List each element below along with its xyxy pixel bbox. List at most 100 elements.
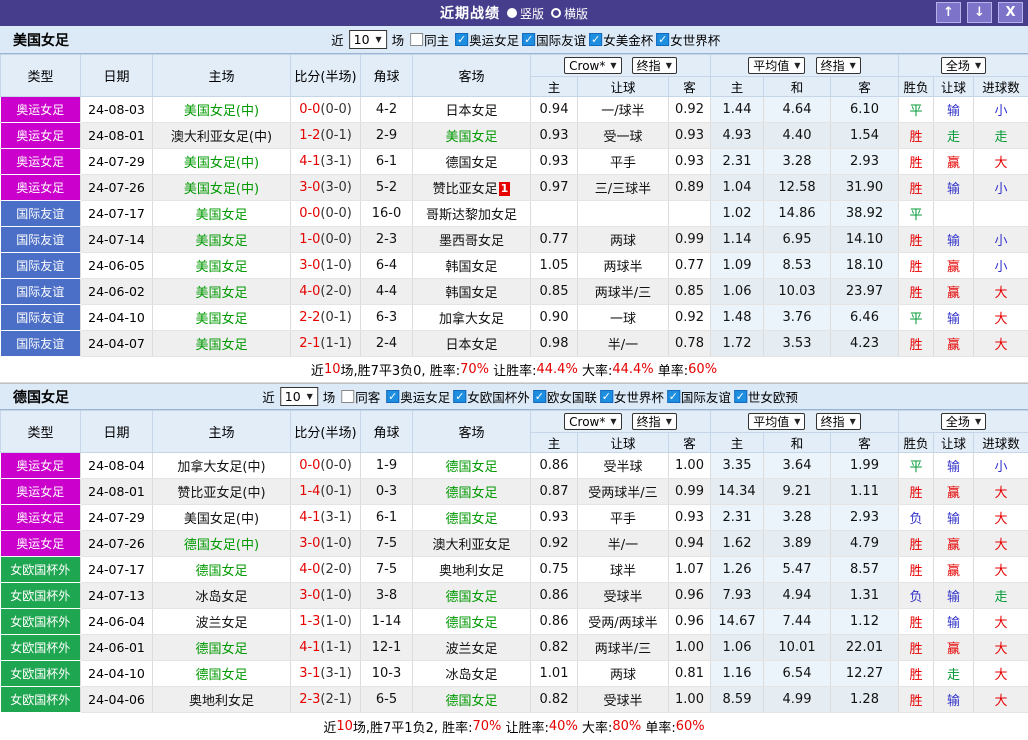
avg-draw-odds: 5.47	[764, 557, 831, 583]
result-handicap: 输	[934, 687, 974, 713]
checkbox-checked-icon[interactable]: ✓	[589, 33, 602, 46]
scope-select[interactable]: 全场▼	[941, 57, 986, 74]
asia-away-odds: 0.77	[669, 253, 711, 279]
euro-source-select[interactable]: 平均值▼	[748, 413, 805, 430]
col-score: 比分(半场)	[291, 411, 361, 453]
home-team: 德国女足	[153, 557, 291, 583]
checkbox-checked-icon[interactable]: ✓	[453, 390, 466, 403]
asia-period-select[interactable]: 终指▼	[632, 413, 677, 430]
checkbox-checked-icon[interactable]: ✓	[734, 390, 747, 403]
euro-period-select[interactable]: 终指▼	[816, 57, 861, 74]
layout-radio-vertical[interactable]: 竖版	[507, 5, 544, 22]
checkbox-checked-icon[interactable]: ✓	[522, 33, 535, 46]
summary-segment: 大率:	[578, 360, 613, 379]
avg-draw-odds: 3.89	[764, 531, 831, 557]
checkbox-checked-icon[interactable]: ✓	[533, 390, 546, 403]
league-filter-checkbox[interactable]: ✓奥运女足	[455, 30, 519, 49]
asia-handicap-line: 球半	[578, 557, 669, 583]
match-score: 2-1(1-1)	[291, 331, 361, 357]
radio-unselected-icon[interactable]	[551, 8, 561, 18]
match-count-select[interactable]: 10 ▼	[349, 30, 387, 49]
same-venue-checkbox[interactable]: 同客	[341, 387, 380, 406]
league-type-badge: 奥运女足	[1, 97, 81, 123]
avg-away-odds: 1.28	[831, 687, 899, 713]
home-team: 美国女足	[153, 279, 291, 305]
avg-home-odds: 14.34	[711, 479, 764, 505]
asia-handicap-line	[578, 201, 669, 227]
asia-company-select[interactable]: Crow*▼	[564, 57, 621, 74]
home-team: 冰岛女足	[153, 583, 291, 609]
avg-away-odds: 38.92	[831, 201, 899, 227]
league-type-badge: 国际友谊	[1, 201, 81, 227]
asia-company-select[interactable]: Crow*▼	[564, 413, 621, 430]
match-row: 奥运女足24-07-29美国女足(中)4-1(3-1)6-1德国女足0.93平手…	[1, 149, 1028, 175]
asia-home-odds: 0.82	[531, 635, 578, 661]
result-win-draw-loss: 胜	[899, 635, 934, 661]
summary-segment: 近	[323, 717, 336, 736]
result-win-draw-loss: 平	[899, 305, 934, 331]
close-button[interactable]: X	[998, 2, 1023, 23]
move-down-button[interactable]: ↓	[967, 2, 992, 23]
league-filter-checkbox[interactable]: ✓奥运女足	[386, 387, 450, 406]
asia-odds-controls: Crow*▼ 终指▼	[531, 411, 711, 433]
asia-home-odds: 0.87	[531, 479, 578, 505]
league-filter-checkbox[interactable]: ✓女美金杯	[589, 30, 653, 49]
league-type-badge: 奥运女足	[1, 531, 81, 557]
result-win-draw-loss: 胜	[899, 331, 934, 357]
match-score: 3-0(3-0)	[291, 175, 361, 201]
corner-score: 1-9	[361, 453, 413, 479]
league-filter-checkbox[interactable]: ✓女欧国杯外	[453, 387, 530, 406]
col-away: 客场	[413, 411, 531, 453]
league-type-badge: 奥运女足	[1, 149, 81, 175]
asia-away-odds: 1.00	[669, 635, 711, 661]
checkbox-checked-icon[interactable]: ✓	[600, 390, 613, 403]
radio-label: 横版	[564, 5, 588, 22]
match-count-select[interactable]: 10 ▼	[280, 387, 318, 406]
league-filter-checkbox[interactable]: ✓女世界杯	[600, 387, 664, 406]
league-filter-checkbox[interactable]: ✓欧女国联	[533, 387, 597, 406]
avg-home-odds: 1.72	[711, 331, 764, 357]
league-filter-label: 女世界杯	[670, 30, 720, 49]
euro-period-select[interactable]: 终指▼	[816, 413, 861, 430]
league-filter-checkbox[interactable]: ✓国际友谊	[522, 30, 586, 49]
scope-select[interactable]: 全场▼	[941, 413, 986, 430]
same-venue-checkbox[interactable]: 同主	[410, 30, 449, 49]
league-type-badge: 国际友谊	[1, 331, 81, 357]
league-filter-checkbox[interactable]: ✓国际友谊	[667, 387, 731, 406]
asia-period-select[interactable]: 终指▼	[632, 57, 677, 74]
asia-away-odds: 0.94	[669, 531, 711, 557]
match-date: 24-07-14	[81, 227, 153, 253]
league-type-badge: 女欧国杯外	[1, 609, 81, 635]
avg-away-odds: 2.93	[831, 505, 899, 531]
asia-handicap-line: 受半球	[578, 453, 669, 479]
result-win-draw-loss: 胜	[899, 531, 934, 557]
asia-handicap-line: 半/一	[578, 531, 669, 557]
checkbox-checked-icon[interactable]: ✓	[455, 33, 468, 46]
league-filter-label: 国际友谊	[536, 30, 586, 49]
col-type: 类型	[1, 411, 81, 453]
team-name: 美国女足	[13, 30, 69, 50]
checkbox-checked-icon[interactable]: ✓	[667, 390, 680, 403]
checkbox-unchecked-icon[interactable]	[341, 390, 354, 403]
avg-away-odds: 12.27	[831, 661, 899, 687]
euro-source-select[interactable]: 平均值▼	[748, 57, 805, 74]
league-filter-checkbox[interactable]: ✓女世界杯	[656, 30, 720, 49]
asia-away-odds: 0.92	[669, 305, 711, 331]
asia-away-odds: 0.96	[669, 583, 711, 609]
layout-radio-horizontal[interactable]: 横版	[551, 5, 588, 22]
move-up-button[interactable]: ↑	[936, 2, 961, 23]
checkbox-checked-icon[interactable]: ✓	[656, 33, 669, 46]
checkbox-checked-icon[interactable]: ✓	[386, 390, 399, 403]
chevron-down-icon: ▼	[975, 61, 981, 70]
league-filter-checkbox[interactable]: ✓世女欧预	[734, 387, 798, 406]
result-goals: 大	[974, 331, 1028, 357]
avg-draw-odds: 14.86	[764, 201, 831, 227]
radio-selected-icon[interactable]	[507, 8, 517, 18]
league-type-badge: 奥运女足	[1, 453, 81, 479]
checkbox-unchecked-icon[interactable]	[410, 33, 423, 46]
league-type-badge: 国际友谊	[1, 227, 81, 253]
avg-draw-odds: 9.21	[764, 479, 831, 505]
away-team: 澳大利亚女足	[413, 531, 531, 557]
away-team: 赞比亚女足1	[413, 175, 531, 201]
away-team: 德国女足	[413, 149, 531, 175]
